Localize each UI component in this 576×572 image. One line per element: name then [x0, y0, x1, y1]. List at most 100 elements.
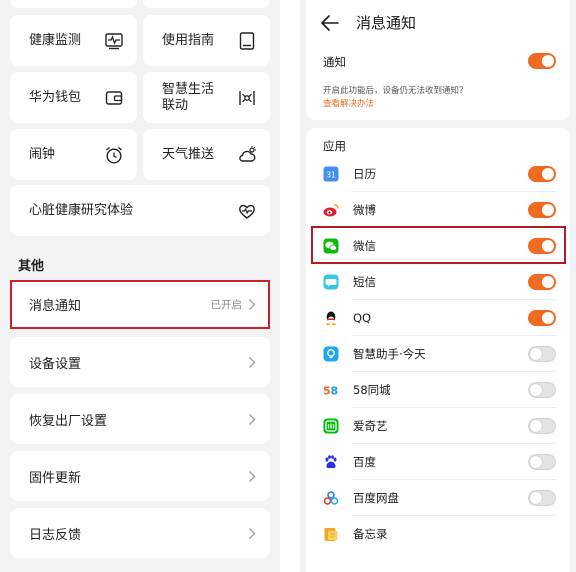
row-label: 消息通知	[29, 299, 82, 314]
app-row-58[interactable]: 58 58同城	[306, 372, 570, 408]
app-toggle[interactable]	[528, 418, 556, 434]
weibo-app-icon	[323, 202, 339, 218]
app-toggle[interactable]	[528, 310, 556, 326]
row-right: 已开启	[211, 280, 257, 329]
wallet-icon	[103, 87, 125, 109]
row-log-feedback[interactable]: 日志反馈	[10, 508, 270, 558]
heart-research-icon	[236, 200, 258, 222]
app-name: 百度	[353, 455, 376, 469]
tile-smart-life[interactable]: 智慧生活联动	[143, 72, 270, 123]
app-row-qq[interactable]: QQ	[306, 300, 570, 336]
calendar-app-icon: 31	[323, 166, 339, 182]
app-name: 微信	[353, 239, 376, 253]
alarm-clock-icon	[103, 144, 125, 166]
app-toggle[interactable]	[528, 382, 556, 398]
notification-hint: 开启此功能后，设备仍无法收到通知？	[323, 86, 468, 96]
row-message-notification[interactable]: 消息通知 已开启	[10, 280, 270, 329]
notification-settings-screen: 消息通知 通知 开启此功能后，设备仍无法收到通知？ 查看解决办法 应用 31 日…	[300, 0, 576, 572]
app-toggle[interactable]	[528, 274, 556, 290]
app-name: 备忘录	[353, 527, 388, 541]
app-name: 日历	[353, 167, 376, 181]
row-device-settings[interactable]: 设备设置	[10, 337, 270, 387]
notification-master-label: 通知	[323, 55, 346, 69]
apps-section-label: 应用	[323, 139, 346, 153]
guide-book-icon	[236, 30, 258, 52]
app-toggle[interactable]	[528, 166, 556, 182]
memo-app-icon	[323, 526, 339, 542]
app-name: 58同城	[353, 383, 391, 397]
app-name: 微博	[353, 203, 376, 217]
toggle-knob	[530, 456, 542, 468]
app-row-sms[interactable]: 短信	[306, 264, 570, 300]
tile-label: 使用指南	[162, 32, 215, 48]
svg-text:31: 31	[326, 171, 336, 180]
tile-label: 天气推送	[162, 146, 215, 162]
app-toggle[interactable]	[528, 490, 556, 506]
baidu-app-icon	[323, 454, 339, 470]
status-value: 已开启	[210, 299, 243, 311]
58-app-icon: 58	[323, 382, 339, 398]
row-factory-reset[interactable]: 恢复出厂设置	[10, 394, 270, 444]
app-row-wechat[interactable]: 微信	[306, 228, 570, 264]
app-name: QQ	[353, 311, 372, 325]
row-right	[248, 508, 256, 558]
row-label: 恢复出厂设置	[29, 413, 108, 429]
row-right	[248, 451, 256, 501]
app-row-iqiyi[interactable]: 爱奇艺	[306, 408, 570, 444]
app-row-calendar[interactable]: 31 日历	[306, 156, 570, 192]
back-arrow-icon[interactable]	[320, 14, 340, 32]
app-list-card: 应用 31 日历 微博 微信 短信 QQ 智慧助手·今天 5 8 58同城 爱奇…	[306, 128, 570, 572]
tile-alarm[interactable]: 闹钟	[10, 129, 137, 180]
tile-label: 健康监测	[29, 32, 82, 48]
app-row-memo[interactable]: 备忘录	[306, 516, 570, 552]
toggle-knob	[542, 312, 554, 324]
tile-label: 闹钟	[29, 146, 56, 162]
toggle-knob	[530, 384, 542, 396]
app-toggle[interactable]	[528, 238, 556, 254]
app-name: 短信	[353, 275, 376, 289]
toggle-knob	[542, 276, 554, 288]
tile-huawei-wallet[interactable]: 华为钱包	[10, 72, 137, 123]
toggle-knob	[542, 204, 554, 216]
tile-heart-research[interactable]: 心脏健康研究体验	[10, 185, 270, 236]
row-label: 设备设置	[29, 356, 82, 372]
smart-assistant-app-icon	[323, 346, 339, 362]
app-row-weibo[interactable]: 微博	[306, 192, 570, 228]
health-monitor-icon	[103, 30, 125, 52]
app-row-baidu[interactable]: 百度	[306, 444, 570, 480]
row-right	[248, 337, 256, 387]
svg-text:8: 8	[331, 385, 339, 398]
tile-label: 华为钱包	[29, 89, 82, 105]
clipped-tile	[143, 0, 270, 8]
sms-app-icon	[323, 274, 339, 290]
row-firmware-update[interactable]: 固件更新	[10, 451, 270, 501]
app-row-baidu-netdisk[interactable]: 百度网盘	[306, 480, 570, 516]
row-right	[248, 394, 256, 444]
app-row-smart-assistant[interactable]: 智慧助手·今天	[306, 336, 570, 372]
tile-label: 心脏健康研究体验	[29, 202, 134, 218]
app-toggle[interactable]	[528, 346, 556, 362]
notification-master-toggle[interactable]	[528, 53, 556, 69]
solution-link[interactable]: 查看解决办法	[323, 97, 374, 109]
app-name: 百度网盘	[353, 491, 399, 505]
notification-header-card: 消息通知 通知 开启此功能后，设备仍无法收到通知？ 查看解决办法	[306, 0, 570, 120]
wechat-app-icon	[323, 238, 339, 254]
tile-weather-push[interactable]: 天气推送	[143, 129, 270, 180]
chevron-right-icon	[249, 299, 256, 310]
tile-user-guide[interactable]: 使用指南	[143, 15, 270, 66]
app-toggle[interactable]	[528, 454, 556, 470]
tile-health-monitor[interactable]: 健康监测	[10, 15, 137, 66]
app-toggle[interactable]	[528, 202, 556, 218]
smart-life-icon	[236, 87, 258, 109]
page-title: 消息通知	[356, 14, 417, 32]
toggle-knob	[542, 240, 554, 252]
svg-text:5: 5	[323, 385, 331, 398]
device-settings-screen: 健康监测 使用指南 华为钱包 智慧生活联动 闹钟 天气推送 心脏健康研究体验 其…	[0, 0, 280, 572]
app-name: 智慧助手·今天	[353, 347, 426, 361]
toggle-knob	[530, 492, 542, 504]
toggle-knob	[542, 55, 554, 67]
weather-icon	[236, 144, 258, 166]
section-title-other: 其他	[18, 259, 45, 274]
tile-label: 智慧生活联动	[162, 81, 215, 113]
chevron-right-icon	[249, 356, 256, 368]
